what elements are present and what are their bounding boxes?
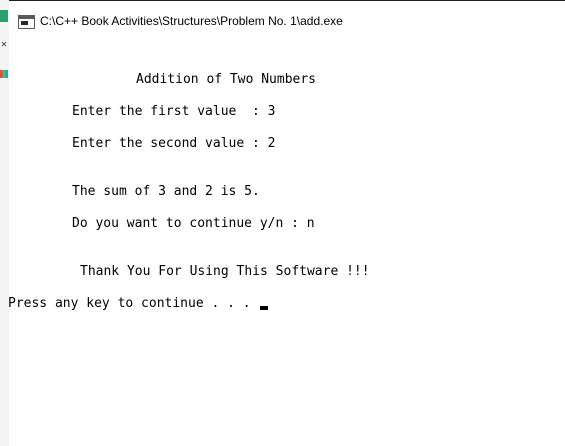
continue-prompt-line: Do you want to continue y/n : n <box>72 216 315 231</box>
heading-line: Addition of Two Numbers <box>136 72 317 87</box>
background-app-icon <box>0 10 8 22</box>
background-color-icon <box>0 70 8 78</box>
background-toolbar-icon: ✕ <box>0 39 8 50</box>
sum-result-line: The sum of 3 and 2 is 5. <box>72 184 260 199</box>
press-key-line: Press any key to continue . . . <box>8 296 269 312</box>
console-window[interactable]: C:\C++ Book Activities\Structures\Proble… <box>8 0 565 446</box>
console-window-icon[interactable] <box>18 15 35 29</box>
second-value-line: Enter the second value : 2 <box>72 136 276 151</box>
first-value-line: Enter the first value : 3 <box>72 104 276 119</box>
title-bar[interactable]: C:\C++ Book Activities\Structures\Proble… <box>9 0 565 41</box>
press-key-text: Press any key to continue . . . <box>8 296 259 311</box>
thanks-line: Thank You For Using This Software !!! <box>80 264 370 279</box>
text-cursor <box>260 306 269 310</box>
window-title: C:\C++ Book Activities\Structures\Proble… <box>40 14 343 28</box>
console-output[interactable]: Addition of Two Numbers Enter the first … <box>8 40 565 446</box>
